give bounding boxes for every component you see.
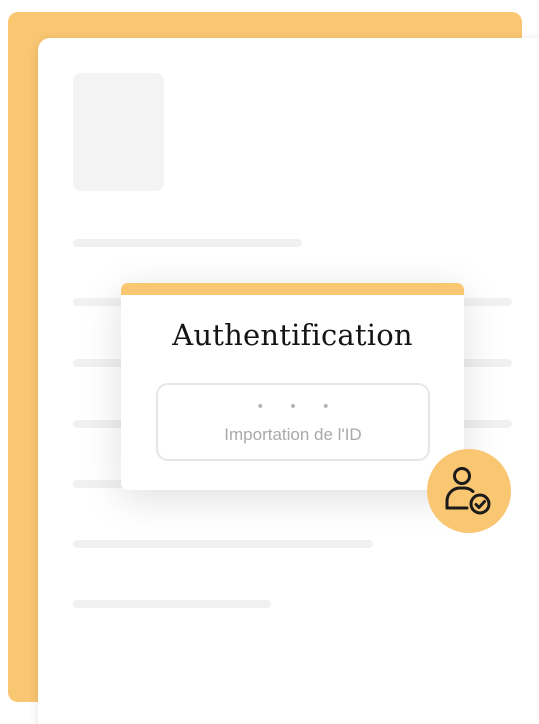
document-text-line bbox=[73, 600, 271, 608]
user-check-icon bbox=[445, 467, 491, 515]
id-import-box[interactable]: • • • Importation de l'ID bbox=[156, 383, 430, 461]
illustration-stage: Authentification • • • Importation de l'… bbox=[0, 0, 539, 724]
id-import-label: Importation de l'ID bbox=[224, 425, 362, 444]
document-photo-placeholder bbox=[73, 73, 164, 191]
loading-dots: • • • bbox=[256, 399, 340, 415]
document-text-line bbox=[73, 239, 302, 247]
verified-user-badge bbox=[427, 449, 511, 533]
authentication-card-header-bar bbox=[121, 283, 464, 295]
document-text-line bbox=[73, 540, 373, 548]
authentication-title: Authentification bbox=[172, 318, 413, 352]
